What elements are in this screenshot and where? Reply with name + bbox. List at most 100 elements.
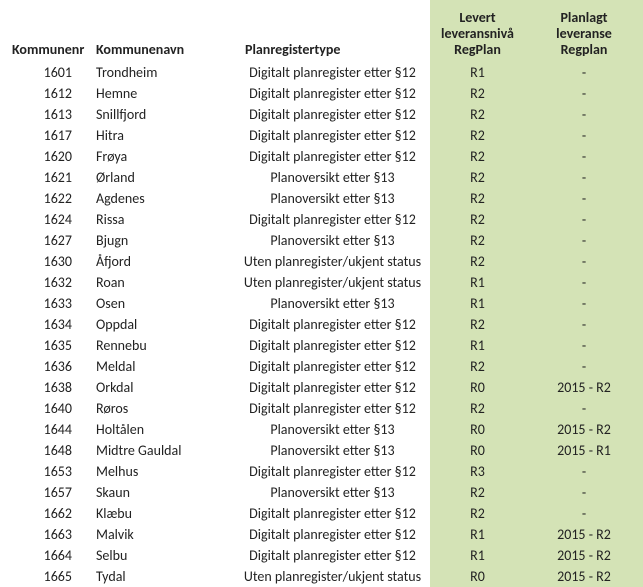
cell-planlagt: 2015 - R2 [525, 524, 643, 545]
cell-planregistertype: Digitalt planregister etter §12 [235, 62, 430, 83]
cell-kommunenavn: Røros [90, 398, 235, 419]
cell-planlagt: - [525, 167, 643, 188]
cell-kommunenr: 1632 [0, 272, 90, 293]
cell-planregistertype: Uten planregister/ukjent status [235, 566, 430, 587]
table-row: 1601TrondheimDigitalt planregister etter… [0, 62, 643, 83]
cell-planregistertype: Digitalt planregister etter §12 [235, 146, 430, 167]
cell-levert: R2 [430, 314, 525, 335]
table-row: 1613SnillfjordDigitalt planregister ette… [0, 104, 643, 125]
header-planlagt: Planlagt leveranse Regplan [525, 0, 643, 62]
cell-kommunenr: 1636 [0, 356, 90, 377]
table-row: 1653MelhusDigitalt planregister etter §1… [0, 461, 643, 482]
cell-kommunenr: 1620 [0, 146, 90, 167]
cell-levert: R1 [430, 335, 525, 356]
cell-kommunenavn: Selbu [90, 545, 235, 566]
cell-levert: R1 [430, 272, 525, 293]
header-levert: Levert leveransnivå RegPlan [430, 0, 525, 62]
header-kommunenr: Kommunenr [0, 0, 90, 62]
kommune-table: Kommunenr Kommunenavn Planregistertype L… [0, 0, 643, 587]
cell-levert: R2 [430, 356, 525, 377]
cell-planregistertype: Planoversikt etter §13 [235, 167, 430, 188]
cell-planlagt: - [525, 482, 643, 503]
cell-kommunenr: 1622 [0, 188, 90, 209]
cell-levert: R1 [430, 62, 525, 83]
cell-planregistertype: Digitalt planregister etter §12 [235, 545, 430, 566]
cell-planlagt: - [525, 83, 643, 104]
table-row: 1644HoltålenPlanoversikt etter §13R02015… [0, 419, 643, 440]
cell-planlagt: - [525, 335, 643, 356]
table-row: 1665TydalUten planregister/ukjent status… [0, 566, 643, 587]
cell-kommunenavn: Frøya [90, 146, 235, 167]
cell-planlagt: - [525, 146, 643, 167]
cell-levert: R2 [430, 188, 525, 209]
cell-kommunenr: 1648 [0, 440, 90, 461]
cell-kommunenr: 1640 [0, 398, 90, 419]
cell-levert: R2 [430, 251, 525, 272]
cell-kommunenavn: Skaun [90, 482, 235, 503]
cell-kommunenr: 1635 [0, 335, 90, 356]
cell-kommunenavn: Roan [90, 272, 235, 293]
cell-kommunenr: 1630 [0, 251, 90, 272]
header-planlagt-line2: leveranse [556, 25, 612, 42]
table-row: 1638OrkdalDigitalt planregister etter §1… [0, 377, 643, 398]
cell-kommunenavn: Tydal [90, 566, 235, 587]
cell-kommunenavn: Snillfjord [90, 104, 235, 125]
cell-kommunenavn: Holtålen [90, 419, 235, 440]
cell-planlagt: - [525, 251, 643, 272]
cell-planlagt: - [525, 461, 643, 482]
cell-planlagt: 2015 - R1 [525, 440, 643, 461]
cell-planlagt: - [525, 104, 643, 125]
cell-kommunenavn: Oppdal [90, 314, 235, 335]
cell-levert: R2 [430, 167, 525, 188]
table-row: 1648Midtre GauldalPlanoversikt etter §13… [0, 440, 643, 461]
cell-levert: R2 [430, 503, 525, 524]
table-row: 1664SelbuDigitalt planregister etter §12… [0, 545, 643, 566]
cell-levert: R0 [430, 566, 525, 587]
cell-planlagt: - [525, 125, 643, 146]
cell-levert: R1 [430, 545, 525, 566]
cell-kommunenavn: Orkdal [90, 377, 235, 398]
cell-kommunenr: 1621 [0, 167, 90, 188]
cell-planlagt: - [525, 293, 643, 314]
table-row: 1634OppdalDigitalt planregister etter §1… [0, 314, 643, 335]
table-row: 1622AgdenesPlanoversikt etter §13R2- [0, 188, 643, 209]
cell-kommunenavn: Osen [90, 293, 235, 314]
cell-levert: R2 [430, 398, 525, 419]
cell-kommunenr: 1665 [0, 566, 90, 587]
cell-planregistertype: Digitalt planregister etter §12 [235, 503, 430, 524]
cell-kommunenr: 1617 [0, 125, 90, 146]
cell-planregistertype: Planoversikt etter §13 [235, 419, 430, 440]
cell-planlagt: - [525, 209, 643, 230]
cell-levert: R2 [430, 482, 525, 503]
cell-planregistertype: Digitalt planregister etter §12 [235, 104, 430, 125]
cell-kommunenr: 1653 [0, 461, 90, 482]
cell-levert: R2 [430, 83, 525, 104]
cell-kommunenavn: Agdenes [90, 188, 235, 209]
cell-planregistertype: Digitalt planregister etter §12 [235, 83, 430, 104]
cell-planregistertype: Digitalt planregister etter §12 [235, 356, 430, 377]
cell-planregistertype: Planoversikt etter §13 [235, 440, 430, 461]
cell-kommunenavn: Rennebu [90, 335, 235, 356]
cell-levert: R2 [430, 125, 525, 146]
cell-kommunenr: 1663 [0, 524, 90, 545]
cell-kommunenavn: Bjugn [90, 230, 235, 251]
cell-planlagt: - [525, 188, 643, 209]
cell-planregistertype: Digitalt planregister etter §12 [235, 398, 430, 419]
cell-kommunenavn: Midtre Gauldal [90, 440, 235, 461]
header-kommunenavn: Kommunenavn [90, 0, 235, 62]
cell-planlagt: - [525, 314, 643, 335]
cell-levert: R1 [430, 293, 525, 314]
cell-kommunenavn: Melhus [90, 461, 235, 482]
cell-kommunenr: 1601 [0, 62, 90, 83]
cell-kommunenavn: Rissa [90, 209, 235, 230]
table-row: 1633OsenPlanoversikt etter §13R1- [0, 293, 643, 314]
cell-kommunenr: 1612 [0, 83, 90, 104]
table-row: 1627BjugnPlanoversikt etter §13R2- [0, 230, 643, 251]
cell-levert: R0 [430, 440, 525, 461]
cell-kommunenr: 1613 [0, 104, 90, 125]
table-row: 1657SkaunPlanoversikt etter §13R2- [0, 482, 643, 503]
cell-levert: R2 [430, 104, 525, 125]
table-row: 1612HemneDigitalt planregister etter §12… [0, 83, 643, 104]
cell-kommunenr: 1662 [0, 503, 90, 524]
cell-planregistertype: Digitalt planregister etter §12 [235, 335, 430, 356]
